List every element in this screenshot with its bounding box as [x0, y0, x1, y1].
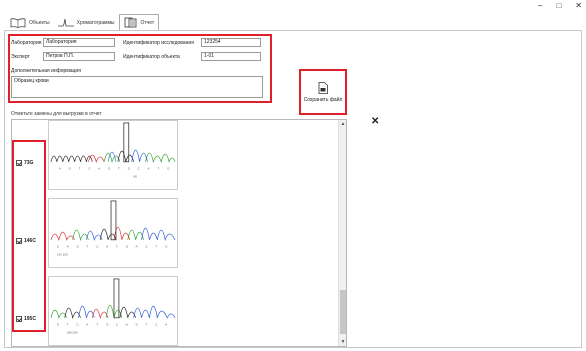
svg-text:G: G [126, 245, 129, 249]
svg-text:A: A [59, 167, 61, 171]
svg-text:C: C [116, 323, 118, 327]
svg-text:T: T [67, 323, 69, 327]
tab-report[interactable]: Отчет [118, 14, 160, 30]
svg-text:C: C [57, 245, 59, 249]
svg-text:C: C [155, 323, 157, 327]
svg-text:T: T [96, 323, 98, 327]
list-scrollbar[interactable]: ▲ ▼ [338, 120, 346, 346]
chart-tick-label: 141 150 [57, 252, 68, 256]
svg-text:C: C [138, 167, 140, 171]
svg-text:G: G [57, 323, 60, 327]
window-controls: – □ ✕ [538, 0, 582, 12]
scroll-thumb[interactable] [340, 290, 346, 334]
svg-text:A: A [147, 167, 149, 171]
chromatogram-icon [57, 18, 74, 27]
svg-text:A: A [67, 245, 69, 249]
chromatogram-chart: G T C A T G C A G T C A 190 200 [48, 276, 178, 346]
svg-text:A: A [126, 323, 128, 327]
list-item: 73G AGTC AGTG CATG 60 [12, 120, 346, 190]
svg-text:G: G [106, 323, 109, 327]
svg-text:G: G [128, 167, 131, 171]
svg-text:A: A [98, 167, 100, 171]
svg-text:G: G [108, 167, 111, 171]
scroll-down-icon[interactable]: ▼ [339, 339, 346, 345]
svg-text:A: A [165, 323, 167, 327]
report-panel: Лаборатория Лаборатория Эксперт Петров П… [4, 30, 582, 348]
list-item: 195C GTCA TGCA GTCA 190 200 [12, 276, 346, 346]
svg-text:G: G [136, 323, 139, 327]
svg-text:G: G [77, 245, 80, 249]
list-item: 146C CAGT CATG ACTG 141 150 [12, 198, 346, 268]
tab-objects-label: Объекты [29, 20, 50, 26]
close-window-button[interactable]: ✕ [575, 0, 582, 12]
chart-tick-label: 190 200 [67, 330, 78, 334]
checkbox-highlight [12, 140, 46, 332]
tab-chromatograms[interactable]: Хроматограммы [54, 16, 119, 30]
report-icon [124, 17, 136, 28]
tab-bar: Объекты Хроматограммы Отчет [6, 14, 160, 30]
maximize-button[interactable]: □ [556, 0, 561, 12]
svg-text:G: G [165, 245, 168, 249]
chromatogram-chart: C A G T C A T G A C T G 141 150 [48, 198, 178, 268]
chromatogram-chart: A G T C A G T G C A T G 60 [48, 120, 178, 190]
svg-text:T: T [157, 167, 159, 171]
svg-text:T: T [86, 245, 88, 249]
svg-text:C: C [77, 323, 79, 327]
svg-text:C: C [88, 167, 90, 171]
close-list-icon[interactable]: ✕ [371, 116, 379, 127]
svg-text:C: C [145, 245, 147, 249]
svg-text:T: T [79, 167, 81, 171]
book-icon [10, 18, 26, 28]
tab-chromatograms-label: Хроматограммы [76, 20, 115, 26]
svg-text:A: A [86, 323, 88, 327]
list-title: Отметьте замены для выгрузки в отчет [11, 111, 102, 117]
scroll-up-icon[interactable]: ▲ [339, 121, 346, 127]
save-highlight [299, 69, 347, 115]
svg-text:T: T [118, 167, 120, 171]
tab-report-label: Отчет [140, 19, 155, 26]
svg-text:G: G [167, 167, 170, 171]
minimize-button[interactable]: – [538, 0, 542, 12]
svg-text:A: A [106, 245, 108, 249]
svg-text:T: T [116, 245, 118, 249]
form-highlight [8, 34, 272, 103]
svg-text:C: C [96, 245, 98, 249]
svg-text:T: T [145, 323, 147, 327]
svg-text:G: G [69, 167, 72, 171]
tab-objects[interactable]: Объекты [6, 16, 54, 30]
svg-text:A: A [136, 245, 138, 249]
mutation-list: 73G AGTC AGTG CATG 60 146C C A G T C A T… [11, 119, 347, 347]
svg-text:T: T [155, 245, 157, 249]
chart-tick-label: 60 [134, 174, 138, 178]
